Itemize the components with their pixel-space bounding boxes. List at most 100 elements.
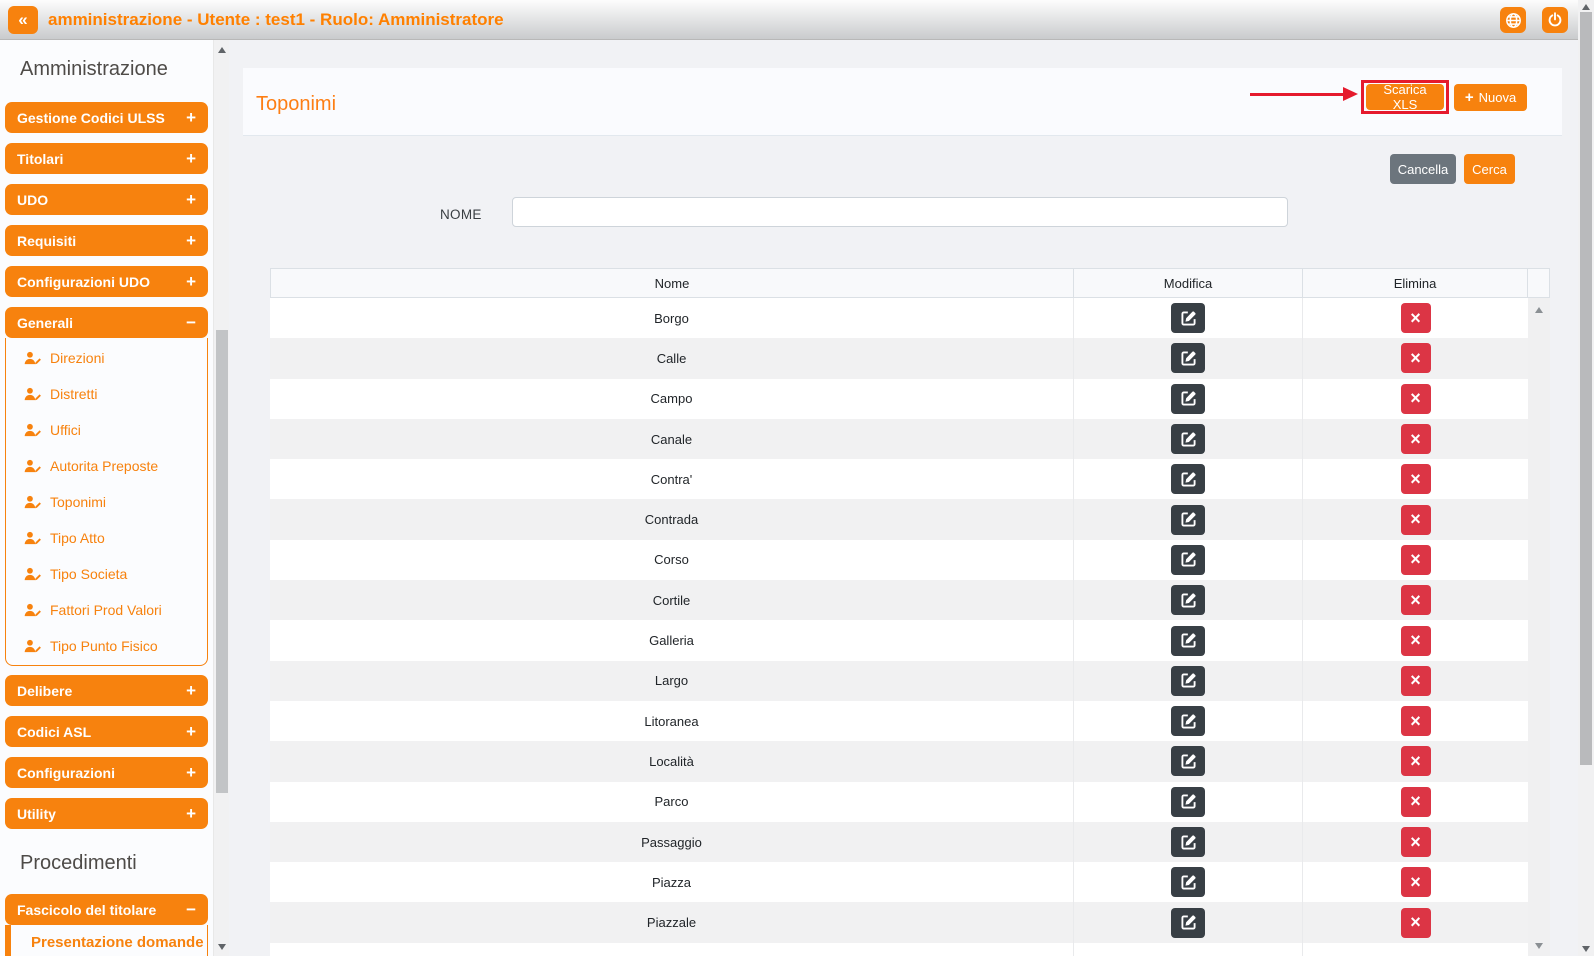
sidebar-menu-requisiti[interactable]: Requisiti+ (5, 225, 208, 256)
table-row: Parco× (270, 782, 1528, 822)
edit-row-button[interactable] (1171, 867, 1205, 897)
sidebar-item-toponimi[interactable]: Toponimi (6, 484, 207, 520)
sidebar-submenu-generali: DirezioniDistrettiUfficiAutorita Prepost… (5, 338, 208, 666)
search-button[interactable]: Cerca (1464, 154, 1515, 184)
table-row: Località × (270, 741, 1528, 781)
edit-row-button[interactable] (1171, 545, 1205, 575)
edit-row-button[interactable] (1171, 343, 1205, 373)
toponimo-name-cell: Galleria (270, 620, 1073, 660)
edit-row-button[interactable] (1171, 827, 1205, 857)
sidebar-item-fattori-prod-valori[interactable]: Fattori Prod Valori (6, 592, 207, 628)
menu-label: Requisiti (17, 233, 76, 249)
sidebar-menu-codici-asl[interactable]: Codici ASL+ (5, 716, 208, 747)
sidebar-menu-fascicolo-del-titolare[interactable]: Fascicolo del titolare− (5, 894, 208, 925)
edit-row-button[interactable] (1171, 787, 1205, 817)
sidebar-menu-generali[interactable]: Generali− (5, 307, 208, 338)
x-icon: × (1410, 631, 1421, 649)
delete-row-button[interactable]: × (1401, 908, 1431, 938)
plus-icon: + (186, 149, 196, 169)
delete-row-button[interactable]: × (1401, 827, 1431, 857)
sidebar-scrollbar[interactable] (213, 40, 229, 956)
sidebar-item-uffici[interactable]: Uffici (6, 412, 207, 448)
name-search-input[interactable] (512, 197, 1288, 227)
delete-row-button[interactable]: × (1401, 867, 1431, 897)
edit-row-button[interactable] (1171, 666, 1205, 696)
edit-row-button[interactable] (1171, 505, 1205, 535)
column-header-spacer (1527, 269, 1549, 297)
toponimo-name-cell (270, 943, 1073, 956)
delete-row-button[interactable]: × (1401, 424, 1431, 454)
pencil-square-icon (1181, 754, 1196, 769)
sidebar-menu-gestione-codici-ulss[interactable]: Gestione Codici ULSS+ (5, 102, 208, 133)
clear-search-button[interactable]: Cancella (1390, 154, 1456, 184)
sidebar-item-tipo-atto[interactable]: Tipo Atto (6, 520, 207, 556)
minus-icon: − (186, 900, 196, 920)
delete-row-button[interactable]: × (1401, 464, 1431, 494)
sidebar-menu-delibere[interactable]: Delibere+ (5, 675, 208, 706)
sidebar-section-procedimenti: Procedimenti (20, 852, 213, 875)
sidebar-item-label: Tipo Atto (50, 530, 105, 546)
pencil-square-icon (1181, 311, 1196, 326)
edit-row-button[interactable] (1171, 303, 1205, 333)
sidebar-item-autorita-preposte[interactable]: Autorita Preposte (6, 448, 207, 484)
new-item-button[interactable]: + Nuova (1454, 84, 1527, 111)
menu-label: Generali (17, 315, 73, 331)
sidebar-collapse-button[interactable]: « (8, 6, 38, 34)
delete-row-button[interactable]: × (1401, 626, 1431, 656)
toponimo-name-cell: Località (270, 741, 1073, 781)
modifica-cell (1073, 782, 1302, 822)
scroll-up-arrow[interactable] (218, 47, 226, 53)
page-scroll-down-arrow[interactable] (1582, 946, 1590, 952)
sidebar-section-amministrazione: Amministrazione (20, 58, 213, 81)
sidebar-item-distretti[interactable]: Distretti (6, 376, 207, 412)
toponimo-name-cell: Contrada (270, 499, 1073, 539)
x-icon: × (1410, 430, 1421, 448)
page-scrollbar[interactable] (1578, 0, 1594, 956)
delete-row-button[interactable]: × (1401, 343, 1431, 373)
elimina-cell (1302, 943, 1528, 956)
sidebar-menu-utility[interactable]: Utility+ (5, 798, 208, 829)
delete-row-button[interactable]: × (1401, 505, 1431, 535)
delete-row-button[interactable]: × (1401, 787, 1431, 817)
edit-row-button[interactable] (1171, 626, 1205, 656)
sidebar-menu-configurazioni[interactable]: Configurazioni+ (5, 757, 208, 788)
elimina-cell: × (1302, 419, 1528, 459)
download-xls-button[interactable]: Scarica XLS (1366, 84, 1444, 110)
logout-button[interactable] (1542, 7, 1568, 33)
page-scrollbar-thumb[interactable] (1580, 12, 1592, 765)
sidebar-menu-udo[interactable]: UDO+ (5, 184, 208, 215)
delete-row-button[interactable]: × (1401, 303, 1431, 333)
edit-row-button[interactable] (1171, 424, 1205, 454)
delete-row-button[interactable]: × (1401, 545, 1431, 575)
app-title: amministrazione - Utente : test1 - Ruolo… (48, 0, 504, 40)
x-icon: × (1410, 833, 1421, 851)
delete-row-button[interactable]: × (1401, 384, 1431, 414)
scroll-down-arrow[interactable] (218, 944, 226, 950)
delete-row-button[interactable]: × (1401, 585, 1431, 615)
sidebar-item-direzioni[interactable]: Direzioni (6, 340, 207, 376)
menu-label: Configurazioni UDO (17, 274, 150, 290)
table-scroll-down-arrow[interactable] (1535, 943, 1543, 949)
modifica-cell (1073, 943, 1302, 956)
page-scroll-up-arrow[interactable] (1582, 4, 1590, 10)
table-row: Cortile× (270, 580, 1528, 620)
sidebar-menu-titolari[interactable]: Titolari+ (5, 143, 208, 174)
table-scroll-up-arrow[interactable] (1535, 307, 1543, 313)
edit-row-button[interactable] (1171, 908, 1205, 938)
plus-icon: + (186, 272, 196, 292)
sidebar-item-presentazione-domande[interactable]: Presentazione domande (6, 925, 207, 956)
sidebar-scrollbar-thumb[interactable] (216, 330, 228, 793)
sidebar-item-tipo-punto-fisico[interactable]: Tipo Punto Fisico (6, 628, 207, 664)
delete-row-button[interactable]: × (1401, 746, 1431, 776)
delete-row-button[interactable]: × (1401, 706, 1431, 736)
language-button[interactable] (1500, 7, 1526, 33)
sidebar-menu-configurazioni-udo[interactable]: Configurazioni UDO + (5, 266, 208, 297)
edit-row-button[interactable] (1171, 585, 1205, 615)
sidebar-item-tipo-societa[interactable]: Tipo Societa (6, 556, 207, 592)
edit-row-button[interactable] (1171, 706, 1205, 736)
edit-row-button[interactable] (1171, 384, 1205, 414)
edit-row-button[interactable] (1171, 464, 1205, 494)
table-scrollbar[interactable] (1528, 298, 1550, 956)
edit-row-button[interactable] (1171, 746, 1205, 776)
delete-row-button[interactable]: × (1401, 666, 1431, 696)
